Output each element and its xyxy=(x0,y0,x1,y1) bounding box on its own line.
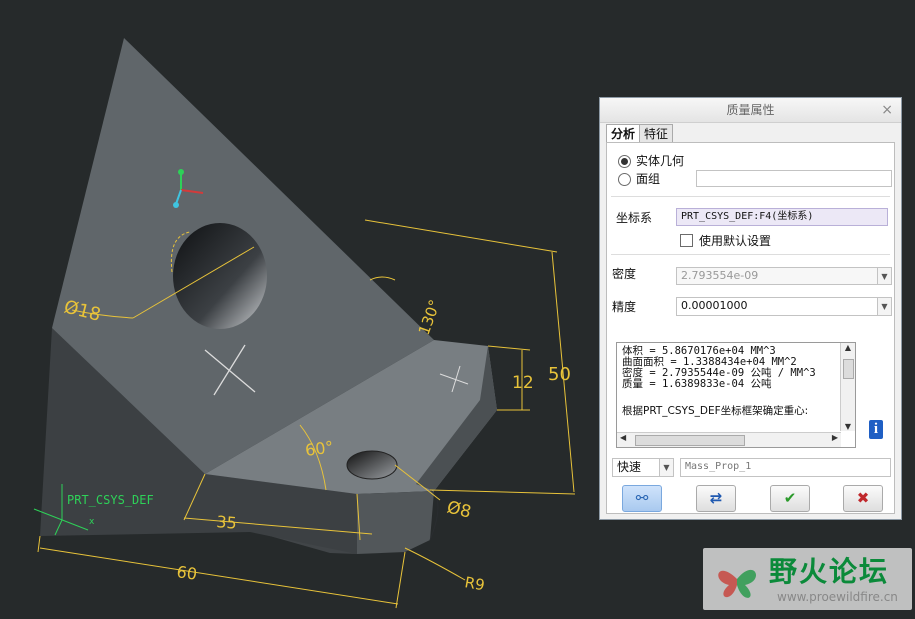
repeat-button[interactable]: ⇄ xyxy=(696,485,736,512)
quick-value: 快速 xyxy=(617,460,642,474)
check-icon: ✔ xyxy=(783,489,797,507)
use-default-label: 使用默认设置 xyxy=(699,234,772,248)
watermark-title: 野火论坛 xyxy=(769,555,890,588)
radio-quilt-label: 面组 xyxy=(636,172,661,186)
results-area[interactable]: 体积 = 5.8670176e+04 MM^3 曲面面积 = 1.3388434… xyxy=(616,342,856,448)
dim-length-35: 35 xyxy=(216,512,238,533)
csys-input[interactable]: PRT_CSYS_DEF:F4(坐标系) xyxy=(676,208,888,226)
csys-field-label: 坐标系 xyxy=(616,211,653,225)
dim-height-12: 12 xyxy=(512,373,534,393)
radio-solid-geometry[interactable] xyxy=(618,155,631,168)
dialog-title: 质量属性 xyxy=(726,103,775,117)
density-input[interactable]: 2.793554e-09 ▼ xyxy=(676,267,892,285)
tab-analysis[interactable]: 分析 xyxy=(606,124,641,143)
accuracy-value: 0.00001000 xyxy=(681,299,748,312)
chevron-down-icon[interactable]: ▼ xyxy=(877,298,891,315)
analysis-panel: 实体几何 面组 坐标系 PRT_CSYS_DEF:F4(坐标系) 使用默认设置 … xyxy=(606,142,895,514)
preview-button[interactable]: ⚯ xyxy=(622,485,662,512)
ok-button[interactable]: ✔ xyxy=(770,485,810,512)
dim-angle-130: 130° xyxy=(415,297,444,337)
quick-select[interactable]: 快速 ▼ xyxy=(612,458,674,477)
cross-icon: ✖ xyxy=(856,489,870,507)
dim-length-60: 60 xyxy=(175,562,198,584)
density-value: 2.793554e-09 xyxy=(681,269,759,282)
part-model[interactable] xyxy=(40,38,497,554)
analysis-name-input[interactable]: Mass_Prop_1 xyxy=(680,458,891,477)
mass-properties-dialog[interactable]: 质量属性 × 分析 特征 实体几何 面组 坐标系 PRT_CSYS_DEF:F4(… xyxy=(599,97,902,520)
csys-label: PRT_CSYS_DEF xyxy=(67,493,154,507)
results-hscrollbar[interactable]: ◀ ▶ xyxy=(617,432,841,447)
radio-solid-label: 实体几何 xyxy=(636,154,685,168)
chevron-down-icon[interactable]: ▼ xyxy=(877,268,891,284)
dim-diameter-8: Ø8 xyxy=(445,497,473,522)
watermark-url: www.proewildfire.cn xyxy=(777,590,898,604)
chevron-down-icon[interactable]: ▼ xyxy=(659,459,673,476)
accuracy-label: 精度 xyxy=(612,300,637,314)
dialog-tabs: 分析 特征 xyxy=(606,124,674,143)
hole-large xyxy=(173,223,267,329)
density-label: 密度 xyxy=(612,267,637,281)
result-line: 根据PRT_CSYS_DEF坐标框架确定重心: xyxy=(622,405,809,417)
csys-axis-x: x xyxy=(89,517,95,527)
hole-small xyxy=(346,450,398,480)
forum-watermark: 野火论坛 www.proewildfire.cn xyxy=(703,548,912,610)
butterfly-logo-icon xyxy=(718,569,757,598)
part-face-base-front xyxy=(357,491,434,554)
dim-height-50: 50 xyxy=(548,364,571,385)
divider xyxy=(611,196,890,197)
refresh-icon: ⇄ xyxy=(709,489,723,507)
info-icon[interactable]: i xyxy=(869,420,883,439)
quilt-input[interactable] xyxy=(696,170,892,187)
dim-angle-60: 60° xyxy=(304,437,335,460)
result-line: 质量 = 1.6389833e-04 公吨 xyxy=(622,378,772,390)
radio-quilt[interactable] xyxy=(618,173,631,186)
results-vscrollbar[interactable]: ▲ ▼ xyxy=(840,343,855,431)
use-default-checkbox[interactable] xyxy=(680,234,693,247)
glasses-icon: ⚯ xyxy=(635,489,649,507)
dialog-titlebar[interactable]: 质量属性 × xyxy=(600,98,901,123)
dim-radius-9: R9 xyxy=(463,573,486,594)
accuracy-input[interactable]: 0.00001000 ▼ xyxy=(676,297,892,316)
tab-feature[interactable]: 特征 xyxy=(639,124,674,143)
close-icon[interactable]: × xyxy=(881,98,893,122)
cancel-button[interactable]: ✖ xyxy=(843,485,883,512)
